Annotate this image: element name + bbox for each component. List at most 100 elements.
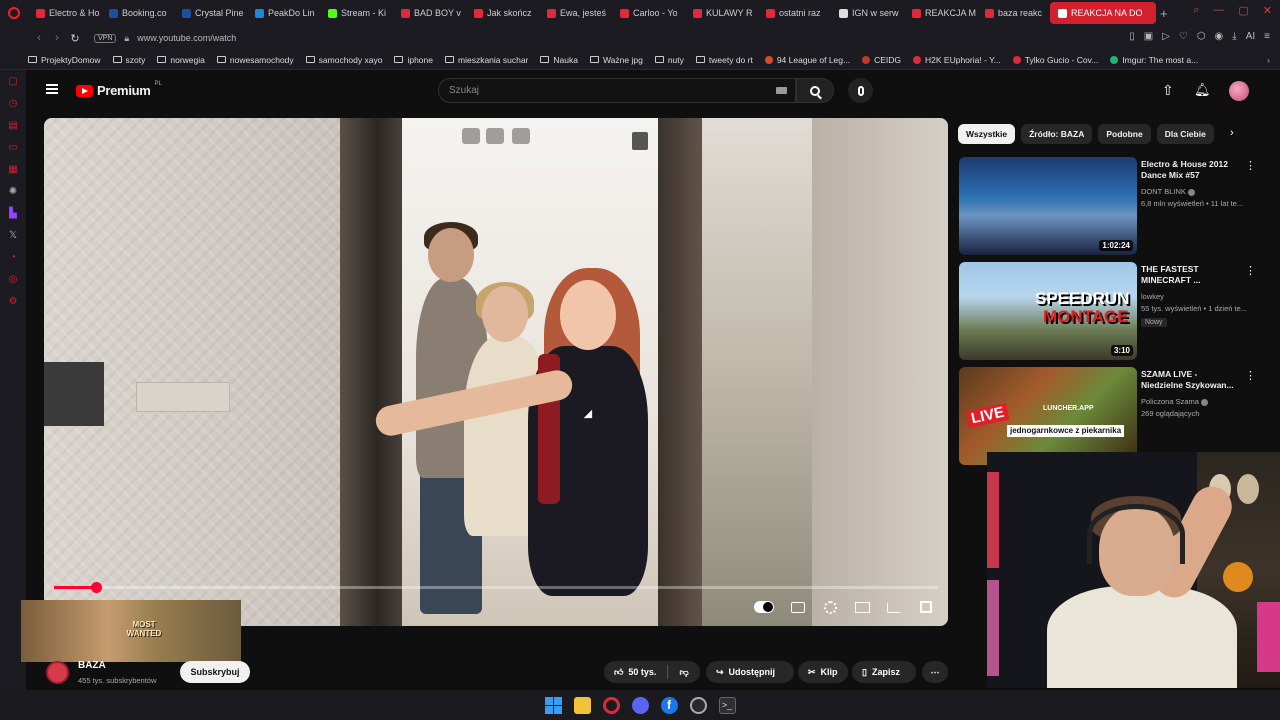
media-play-icon[interactable]: ▷	[1162, 31, 1170, 42]
search-input[interactable]: Szukaj	[438, 78, 796, 103]
bookmark-item[interactable]: nuty	[654, 55, 684, 65]
bookmark-item[interactable]: Imgur: The most a...	[1110, 55, 1198, 65]
next-icon[interactable]	[512, 128, 530, 144]
subscribe-button[interactable]: Subskrybuj	[180, 661, 250, 683]
filter-chip[interactable]: Źródło: BAZA	[1021, 124, 1093, 144]
vpn-badge[interactable]: VPN	[94, 33, 117, 43]
sidebar-chatgpt-icon[interactable]: ✺	[0, 180, 26, 202]
close-window-button[interactable]: ✕	[1263, 4, 1272, 17]
browser-tab[interactable]: Electro & Ho	[28, 2, 101, 24]
upload-icon[interactable]: ⇧	[1162, 82, 1174, 99]
video-title[interactable]: THE FASTEST MINECRAFT ...	[1141, 264, 1241, 286]
bookmark-item[interactable]: tweety do rt	[695, 55, 753, 65]
like-icon[interactable]: 👍︎	[614, 667, 623, 678]
search-button[interactable]	[796, 78, 834, 103]
bookmark-item[interactable]: H2K EUphoria! - Y...	[913, 55, 1001, 65]
channel-name[interactable]: BAZA	[78, 660, 106, 671]
sidebar-speed-dial-icon[interactable]: ◷	[0, 92, 26, 114]
video-menu-icon[interactable]: ⋮	[1245, 369, 1256, 382]
related-video-2[interactable]: SPEEDRUN MONTAGE 3:10 THE FASTEST MINECR…	[959, 262, 1259, 360]
file-explorer-icon[interactable]	[573, 696, 591, 714]
voice-search-button[interactable]	[848, 78, 873, 103]
browser-tab[interactable]: baza reakc	[977, 2, 1050, 24]
video-channel[interactable]: DONT BLINK	[1141, 187, 1195, 196]
fullscreen-button[interactable]	[918, 600, 934, 614]
sidebar-download-icon[interactable]: ◎	[0, 268, 26, 290]
sidebar-twitch-icon[interactable]: ▙	[0, 202, 26, 224]
menu-icon[interactable]: ≡	[1264, 31, 1270, 42]
browser-tab[interactable]: Booking.co	[101, 2, 174, 24]
bookmark-item[interactable]: samochody xayo	[305, 55, 382, 65]
video-channel[interactable]: Policzona Szama	[1141, 397, 1208, 406]
windows-start-icon[interactable]	[544, 696, 562, 714]
back-icon[interactable]: ‹	[30, 32, 48, 44]
sidebar-bookmarks-icon[interactable]: ▤	[0, 114, 26, 136]
browser-tab[interactable]: BAD BOY v	[393, 2, 466, 24]
tab-active[interactable]: REAKCJA NA DO	[1050, 2, 1156, 24]
video-channel[interactable]: lowkey	[1141, 292, 1164, 301]
download-icon[interactable]: ⤓	[1232, 31, 1236, 42]
sidebar-history-icon[interactable]: ◔	[0, 246, 26, 268]
video-title[interactable]: Electro & House 2012 Dance Mix #57	[1141, 159, 1241, 181]
bookmark-item[interactable]: Tylko Gucio - Cov...	[1012, 55, 1098, 65]
browser-tab[interactable]: KULAWY R	[685, 2, 758, 24]
bookmark-icon[interactable]: ▯	[1129, 31, 1135, 42]
lock-icon[interactable]: 🔒︎	[124, 33, 129, 44]
browser-tab[interactable]: REAKCJA M	[904, 2, 977, 24]
like-count[interactable]: 50 tys.	[628, 667, 656, 677]
bookmarks-more-icon[interactable]: ›	[1267, 55, 1270, 65]
bookmark-item[interactable]: 94 League of Leg...	[764, 55, 850, 65]
new-tab-button[interactable]: +	[1160, 6, 1168, 21]
filter-chip[interactable]: Podobne	[1098, 124, 1151, 144]
opera-browser-icon[interactable]	[602, 696, 620, 714]
browser-tab[interactable]: Stream - Ki	[320, 2, 393, 24]
bookmark-item[interactable]: nowesamochody	[216, 55, 294, 65]
previous-icon[interactable]	[486, 128, 504, 144]
notifications-bell-icon[interactable]: 🔔︎	[1194, 82, 1211, 98]
guide-menu-icon[interactable]	[46, 84, 58, 94]
chips-next-icon[interactable]: ›	[1230, 127, 1234, 139]
opera-logo-icon[interactable]	[0, 0, 28, 26]
reload-icon[interactable]: ↻	[66, 32, 84, 45]
save-button[interactable]: ▯ Zapisz	[852, 661, 916, 683]
progress-scrubber[interactable]	[90, 582, 102, 593]
miniplayer-icon[interactable]	[462, 128, 480, 144]
video-title[interactable]: SZAMA LIVE - Niedzielne Szykowan...	[1141, 369, 1241, 391]
video-thumbnail[interactable]: SPEEDRUN MONTAGE 3:10	[959, 262, 1137, 360]
bookmark-item[interactable]: szoty	[112, 55, 145, 65]
snapshot-icon[interactable]: ▣	[1144, 31, 1153, 42]
video-thumbnail[interactable]: LIVE LUNCHER.APP jednogarnkowce z piekar…	[959, 367, 1137, 465]
share-button[interactable]: ↪ Udostępnij	[706, 661, 794, 683]
youtube-premium-logo[interactable]: Premium PL	[76, 81, 162, 98]
url-field[interactable]: www.youtube.com/watch	[137, 33, 236, 43]
channel-avatar[interactable]	[46, 661, 69, 684]
more-actions-button[interactable]: ⋯	[922, 661, 948, 683]
clip-button[interactable]: ✂ Klip	[798, 661, 848, 683]
search-tabs-icon[interactable]: ⌕	[1193, 4, 1199, 17]
facebook-icon[interactable]: f	[660, 696, 678, 714]
video-player[interactable]	[44, 118, 948, 626]
browser-tab[interactable]: Crystal Pine	[174, 2, 247, 24]
sidebar-x-icon[interactable]: 𝕏	[0, 224, 26, 246]
minimize-button[interactable]: —	[1213, 4, 1224, 17]
settings-button[interactable]	[822, 600, 838, 614]
bookmark-item[interactable]: CEIDG	[862, 55, 901, 65]
bookmark-item[interactable]: Ważne jpg	[589, 55, 643, 65]
browser-tab[interactable]: PeakDo Lin	[247, 2, 320, 24]
sidebar-home-icon[interactable]: ▢	[0, 70, 26, 92]
account-avatar[interactable]	[1229, 81, 1249, 101]
video-thumbnail[interactable]: 1:02:24	[959, 157, 1137, 255]
browser-tab[interactable]: Ewa, jesteś	[539, 2, 612, 24]
extensions-icon[interactable]: ⬡	[1197, 31, 1206, 42]
discord-icon[interactable]	[631, 696, 649, 714]
related-video-1[interactable]: 1:02:24 Electro & House 2012 Dance Mix #…	[959, 157, 1259, 255]
forward-icon[interactable]: ›	[48, 32, 66, 44]
heart-icon[interactable]: ♡	[1179, 31, 1188, 42]
subtitles-button[interactable]	[790, 600, 806, 614]
bookmark-item[interactable]: Nauka	[540, 55, 578, 65]
sidebar-wallet-icon[interactable]: ▭	[0, 136, 26, 158]
browser-tab[interactable]: Jak skończ	[466, 2, 539, 24]
bookmark-item[interactable]: mieszkania suchar	[445, 55, 528, 65]
cast-button[interactable]	[886, 600, 902, 614]
progress-bar[interactable]	[54, 582, 938, 593]
